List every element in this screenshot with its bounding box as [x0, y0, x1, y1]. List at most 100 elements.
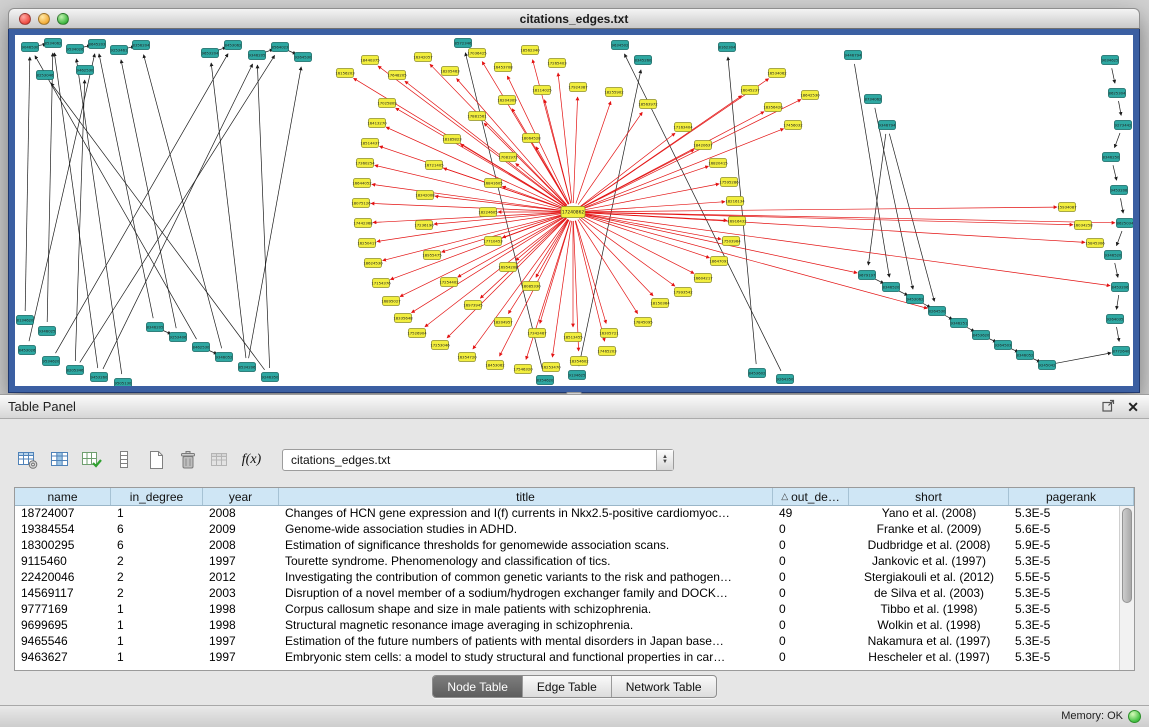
graph-node[interactable]: 9264503: [995, 341, 1013, 350]
column-header-pagerank[interactable]: pagerank: [1009, 488, 1134, 505]
graph-node[interactable]: 18642530: [800, 91, 820, 100]
graph-node[interactable]: 8453062: [225, 41, 243, 50]
graph-node[interactable]: 9534026: [67, 45, 85, 54]
graph-node[interactable]: 18335648: [393, 314, 413, 323]
graph-node[interactable]: 9046530: [22, 43, 40, 52]
graph-node[interactable]: 18114025: [532, 86, 552, 95]
graph-node[interactable]: 9346794: [879, 121, 897, 130]
graph-node[interactable]: 8734062: [865, 95, 883, 104]
graph-node[interactable]: 18085330: [521, 282, 541, 291]
graph-node[interactable]: 8264530: [929, 307, 947, 316]
graph-node[interactable]: 9453208: [1111, 186, 1129, 195]
graph-node[interactable]: 18514437: [360, 139, 380, 148]
graph-node[interactable]: 8162304: [719, 43, 737, 52]
graph-node[interactable]: 17881561: [467, 112, 487, 121]
graph-node[interactable]: 17845095: [633, 318, 653, 327]
graph-node[interactable]: 18255902: [604, 88, 624, 97]
graph-node[interactable]: 17081972: [498, 153, 518, 162]
graph-node[interactable]: 16973945: [463, 301, 483, 310]
graph-node[interactable]: 17025809: [377, 99, 397, 108]
graph-node[interactable]: 9679197: [859, 271, 877, 280]
graph-node[interactable]: 8453206: [1112, 283, 1130, 292]
minimize-window-button[interactable]: [38, 13, 50, 25]
graph-node[interactable]: 17503964: [721, 237, 741, 246]
graph-node[interactable]: 17265403: [547, 59, 567, 68]
column-header-in-degree[interactable]: in_degree: [111, 488, 203, 505]
graph-node[interactable]: 16453708: [493, 63, 513, 72]
graph-node[interactable]: 8453602: [749, 369, 767, 378]
graph-node[interactable]: 17465203: [597, 347, 617, 356]
graph-node[interactable]: 17236190: [414, 221, 434, 230]
graph-node[interactable]: 9134625: [569, 371, 587, 380]
graph-node[interactable]: 16820415: [708, 159, 728, 168]
new-table-button[interactable]: [142, 448, 169, 473]
table-scrollbar[interactable]: [1119, 506, 1134, 670]
graph-node[interactable]: 9253461: [111, 46, 129, 55]
graph-node[interactable]: 8534206: [239, 363, 257, 372]
graph-node[interactable]: 8346052: [1017, 351, 1035, 360]
graph-node[interactable]: 17442368: [353, 219, 373, 228]
graph-node[interactable]: 8462530: [193, 343, 211, 352]
graph-node[interactable]: 8625034: [1117, 219, 1134, 228]
graph-node[interactable]: 9264350: [777, 375, 795, 384]
network-canvas[interactable]: 1724086218563972182559021792438718114025…: [15, 35, 1133, 386]
graph-node[interactable]: 17036425: [467, 49, 487, 58]
graph-node[interactable]: 9453062: [907, 295, 925, 304]
graph-node[interactable]: 16895027: [381, 297, 401, 306]
table-row[interactable]: 1872400712008Changes of HCN gene express…: [15, 506, 1119, 522]
network-select[interactable]: citations_edges.txt ▲ ▼: [282, 449, 674, 471]
graph-node[interactable]: 17456032: [783, 121, 803, 130]
graph-node[interactable]: 18204957: [493, 318, 513, 327]
graph-node[interactable]: 16342057: [413, 53, 433, 62]
graph-node[interactable]: 8345260: [635, 56, 653, 65]
graph-node[interactable]: 18342008: [415, 191, 435, 200]
graph-node[interactable]: 15934087: [1057, 203, 1077, 212]
graph-node[interactable]: 8253046: [37, 71, 55, 80]
table-row[interactable]: 969969511998Structural magnetic resonanc…: [15, 618, 1119, 634]
tab-node-table[interactable]: Node Table: [433, 676, 523, 697]
import-table-button[interactable]: [206, 448, 233, 473]
graph-node[interactable]: 17648205: [387, 71, 407, 80]
graph-node[interactable]: 9634502: [612, 41, 630, 50]
graph-node[interactable]: 17710453: [483, 237, 503, 246]
graph-node[interactable]: 18205463: [440, 67, 460, 76]
float-panel-button[interactable]: [1102, 399, 1115, 414]
graph-node[interactable]: 16253470: [541, 363, 561, 372]
graph-node[interactable]: 17993542: [673, 288, 693, 297]
graph-node[interactable]: 16841605: [483, 179, 503, 188]
graph-node[interactable]: 18562340: [520, 46, 540, 55]
graph-node[interactable]: 8645203: [89, 40, 107, 49]
graph-node[interactable]: 8346205: [147, 323, 165, 332]
graph-node[interactable]: 8572346: [455, 39, 473, 48]
table-row[interactable]: 1938455462009Genome-wide association stu…: [15, 522, 1119, 538]
graph-node[interactable]: 18216134: [725, 197, 745, 206]
tab-network-table[interactable]: Network Table: [612, 676, 716, 697]
graph-node[interactable]: 18624530: [363, 259, 383, 268]
graph-node[interactable]: 17163404: [673, 123, 693, 132]
table-row[interactable]: 977716911998Corpus callosum shape and si…: [15, 602, 1119, 618]
graph-node[interactable]: 16534062: [767, 69, 787, 78]
graph-node[interactable]: 17342467: [527, 329, 547, 338]
edit-table-button[interactable]: [78, 448, 105, 473]
graph-node[interactable]: 17526904: [407, 329, 427, 338]
graph-node[interactable]: 9346520: [1105, 251, 1123, 260]
graph-node[interactable]: 8205346: [67, 366, 85, 375]
graph-node[interactable]: 9462530: [77, 66, 95, 75]
graph-node[interactable]: 16305721: [599, 329, 619, 338]
window-titlebar[interactable]: citations_edges.txt: [8, 8, 1140, 29]
table-row[interactable]: 1456911722003Disruption of a novel membe…: [15, 586, 1119, 602]
graph-node[interactable]: 16204309: [497, 96, 517, 105]
graph-node[interactable]: 8534062: [45, 39, 63, 48]
column-visibility-button[interactable]: [46, 448, 73, 473]
table-row[interactable]: 946362711997Embryonic stem cells: a mode…: [15, 650, 1119, 666]
graph-node[interactable]: 8346520: [883, 283, 901, 292]
graph-node[interactable]: 18955475: [422, 251, 442, 260]
column-header-name[interactable]: name: [15, 488, 111, 505]
graph-node[interactable]: 18185823: [442, 135, 462, 144]
column-header-short[interactable]: short: [849, 488, 1009, 505]
graph-node[interactable]: 17595286: [719, 178, 739, 187]
delete-table-button[interactable]: [174, 448, 201, 473]
graph-node[interactable]: 17254402: [439, 278, 459, 287]
graph-node[interactable]: 17253046: [430, 341, 450, 350]
graph-node[interactable]: 16250417: [357, 239, 377, 248]
